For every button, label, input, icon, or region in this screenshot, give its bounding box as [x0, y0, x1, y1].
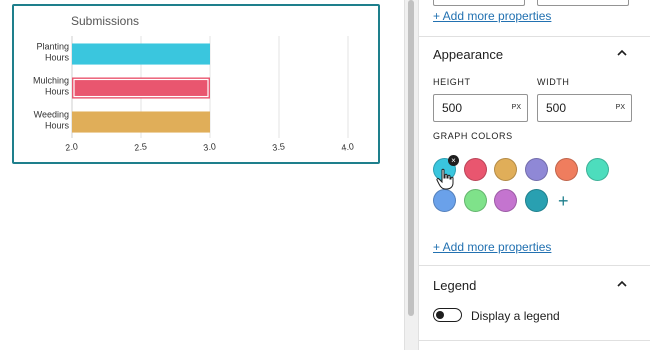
legend-toggle[interactable] [433, 308, 462, 322]
chevron-up-icon[interactable] [615, 46, 629, 60]
bar-chart: SubmissionsPlantingHoursMulchingHoursWee… [33, 14, 355, 153]
height-input[interactable] [434, 95, 508, 121]
color-swatch[interactable] [494, 158, 517, 181]
legend-toggle-label: Display a legend [471, 309, 560, 323]
width-label: WIDTH [537, 77, 570, 87]
category-label: Hours [45, 87, 70, 97]
remove-color-icon[interactable]: × [448, 155, 459, 166]
scrollbar-thumb[interactable] [408, 0, 414, 316]
add-color-button[interactable]: + [558, 192, 569, 210]
divider [419, 265, 650, 266]
x-tick-label: 3.0 [203, 141, 217, 153]
bar [72, 77, 210, 99]
divider [419, 340, 650, 341]
legend-title: Legend [433, 278, 477, 293]
x-tick-label: 3.5 [272, 141, 286, 153]
appearance-title: Appearance [433, 47, 504, 62]
add-more-properties-link[interactable]: + Add more properties [433, 9, 551, 23]
chart-title: Submissions [71, 14, 139, 28]
color-swatch[interactable] [433, 189, 456, 212]
x-tick-label: 2.0 [65, 141, 79, 153]
color-swatch[interactable] [524, 189, 548, 212]
width-input[interactable] [538, 95, 612, 121]
height-label: HEIGHT [433, 77, 471, 87]
category-label: Mulching [33, 76, 69, 86]
divider [419, 36, 650, 37]
color-swatch[interactable] [494, 189, 517, 212]
color-swatch[interactable] [524, 158, 548, 181]
color-swatch[interactable] [463, 158, 487, 181]
toggle-knob [436, 311, 444, 319]
width-unit: PX [615, 104, 625, 111]
width-field[interactable]: PX [537, 94, 632, 122]
x-tick-label: 2.5 [134, 141, 148, 153]
bar [72, 43, 210, 65]
category-label: Hours [45, 53, 70, 63]
x-tick-label: 4.0 [341, 141, 355, 153]
property-input-left[interactable] [433, 0, 525, 6]
category-label: Weeding [34, 110, 69, 120]
chart-block[interactable]: Submissions Planting Hours Mulching Hours Wee… [12, 4, 380, 164]
color-swatch[interactable] [463, 189, 487, 212]
graph-colors-label: GRAPH COLORS [433, 131, 513, 141]
height-unit: PX [511, 104, 521, 111]
add-more-properties-link-2[interactable]: + Add more properties [433, 240, 551, 254]
bar [72, 111, 210, 133]
category-label: Planting [36, 42, 69, 52]
editor-canvas: Submissions Planting Hours Mulching Hours Wee… [0, 0, 404, 350]
color-swatch[interactable] [555, 158, 578, 181]
height-field[interactable]: PX [433, 94, 528, 122]
color-swatch[interactable] [585, 158, 609, 181]
property-input-right[interactable] [537, 0, 629, 6]
category-label: Hours [45, 121, 70, 131]
chevron-up-icon[interactable] [615, 277, 629, 291]
hand-cursor-icon [436, 168, 454, 190]
